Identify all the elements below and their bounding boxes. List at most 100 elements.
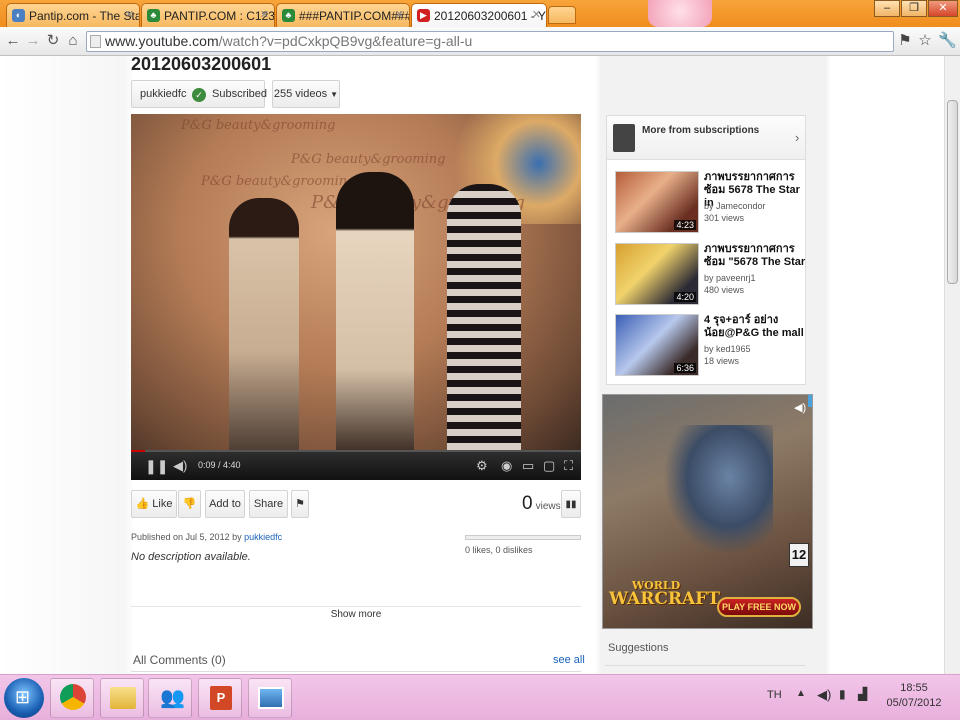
performer-left bbox=[229, 198, 299, 454]
back-arrow-icon[interactable]: ← bbox=[4, 31, 22, 51]
volume-icon[interactable]: ◀) bbox=[173, 458, 187, 474]
video-thumbnail[interactable]: 4:23 bbox=[615, 171, 699, 233]
taskbar-powerpoint[interactable]: P bbox=[198, 678, 242, 718]
video-views: 480 views bbox=[704, 285, 745, 295]
see-all-link[interactable]: see all bbox=[553, 654, 585, 666]
system-clock[interactable]: 18:55 05/07/2012 bbox=[878, 681, 950, 711]
flag-button[interactable]: ⚑ bbox=[291, 490, 309, 518]
show-more-button[interactable]: Show more bbox=[131, 609, 581, 620]
more-from-header[interactable]: More from subscriptions › bbox=[607, 116, 805, 160]
small-player-icon[interactable]: ▭ bbox=[522, 458, 534, 474]
adchoices-icon[interactable] bbox=[808, 395, 812, 407]
stats-button[interactable]: ▮▮ bbox=[561, 490, 581, 518]
video-author[interactable]: by Jamecondor bbox=[704, 201, 766, 211]
play-free-now-button[interactable]: PLAY FREE NOW bbox=[717, 597, 801, 617]
close-tab-icon[interactable]: ✕ bbox=[395, 8, 404, 21]
performer-middle bbox=[336, 172, 414, 454]
suggestions-label: Suggestions bbox=[608, 642, 669, 654]
forward-arrow-icon[interactable]: → bbox=[24, 31, 42, 51]
url-domain: www.youtube.com bbox=[105, 33, 219, 49]
home-icon[interactable]: ⌂ bbox=[64, 31, 82, 51]
ad-character-image bbox=[663, 425, 773, 555]
video-author[interactable]: by paveenrj1 bbox=[704, 273, 756, 283]
start-button[interactable]: ⊞ bbox=[4, 678, 44, 718]
duration-badge: 4:23 bbox=[674, 220, 696, 230]
taskbar-messenger[interactable]: 👥 bbox=[148, 678, 192, 718]
minimize-button[interactable]: ‒ bbox=[874, 0, 900, 17]
annotations-icon[interactable]: ◉ bbox=[501, 458, 512, 474]
battery-icon[interactable]: ▮ bbox=[839, 687, 846, 701]
more-from-label: More from subscriptions bbox=[642, 125, 760, 136]
video-thumbnail[interactable]: 6:36 bbox=[615, 314, 699, 376]
taskbar-explorer[interactable] bbox=[100, 678, 144, 718]
close-tab-icon[interactable]: ✕ bbox=[125, 8, 134, 21]
bookmark-star-icon[interactable]: ☆ bbox=[916, 31, 934, 51]
time-display: 0:09 / 4:40 bbox=[198, 460, 241, 470]
watermark-text: P&G beauty&grooming bbox=[201, 174, 356, 189]
restore-button[interactable]: ❐ bbox=[901, 0, 927, 17]
video-title[interactable]: 4 รุจ+อาร์ อย่าง น้อย@P&G the mall bbox=[704, 314, 808, 340]
dislike-button[interactable]: 👎 bbox=[178, 490, 201, 518]
watermark-text: P&G beauty&grooming bbox=[291, 152, 446, 167]
watermark-text: P&G beauty&grooming bbox=[181, 118, 336, 133]
thumbs-down-icon: 👎 bbox=[182, 498, 197, 510]
like-button[interactable]: 👍 Like bbox=[131, 490, 177, 518]
likes-bar bbox=[465, 535, 581, 540]
theme-character-icon bbox=[648, 0, 712, 27]
fullscreen-icon[interactable]: ⛶ bbox=[564, 458, 573, 474]
close-window-button[interactable]: ✕ bbox=[928, 0, 958, 17]
video-player[interactable]: P&G beauty&grooming P&G beauty&grooming … bbox=[131, 114, 581, 480]
divider bbox=[131, 671, 581, 672]
add-to-button[interactable]: Add to bbox=[205, 490, 245, 518]
ad-sound-icon[interactable]: ◀) bbox=[794, 401, 806, 414]
tab-pantip[interactable]: ◐ Pantip.com - The Star ✕ bbox=[6, 3, 140, 27]
tab-youtube[interactable]: ▶ 20120603200601 - Yc ✕ bbox=[411, 3, 547, 27]
tab-pantip-c1233[interactable]: ♣ PANTIP.COM : C1233 ✕ bbox=[141, 3, 275, 27]
page-action-flag-icon[interactable]: ⚑ bbox=[896, 31, 914, 51]
advertisement[interactable]: ◀) 12 WORLD WARCRAFT PLAY FREE NOW bbox=[602, 394, 813, 629]
publisher-link[interactable]: pukkiedfc bbox=[244, 532, 282, 542]
folder-icon bbox=[110, 687, 136, 709]
likes-dislikes-text: 0 likes, 0 dislikes bbox=[465, 545, 533, 555]
tab-pantip-hash[interactable]: ♣ ###PANTIP.COM### ✕ bbox=[276, 3, 410, 27]
list-item[interactable]: 4:23 ภาพบรรยากาศการ ซ้อม 5678 The Star in… bbox=[615, 171, 805, 237]
video-title[interactable]: ภาพบรรยากาศการ ซ้อม "5678 The Star bbox=[704, 243, 808, 269]
settings-gear-icon[interactable]: ⚙ bbox=[476, 458, 488, 474]
speaker-icon[interactable]: ◀) bbox=[817, 687, 831, 703]
cactus-favicon-icon: ♣ bbox=[147, 9, 160, 22]
channel-name[interactable]: pukkiedfc bbox=[140, 88, 186, 100]
share-button[interactable]: Share bbox=[249, 490, 288, 518]
show-hidden-icons-icon[interactable]: ▲ bbox=[796, 688, 806, 699]
scrollbar[interactable] bbox=[944, 56, 960, 674]
subscription-button[interactable]: pukkiedfc ✓ Subscribed bbox=[131, 80, 268, 108]
language-indicator[interactable]: TH bbox=[767, 689, 782, 701]
large-player-icon[interactable]: ▢ bbox=[543, 458, 555, 474]
flag-icon: ⚑ bbox=[295, 498, 305, 510]
pause-icon[interactable]: ❚❚ bbox=[145, 458, 168, 475]
close-tab-icon[interactable]: ✕ bbox=[532, 8, 541, 21]
taskbar-photo-viewer[interactable] bbox=[248, 678, 292, 718]
videos-count-button[interactable]: 255 videos ▼ bbox=[272, 80, 340, 108]
duration-badge: 6:36 bbox=[674, 363, 696, 373]
video-thumbnail[interactable]: 4:20 bbox=[615, 243, 699, 305]
chevron-right-icon[interactable]: › bbox=[795, 130, 799, 145]
subscribed-label: Subscribed bbox=[212, 88, 268, 100]
new-tab-button[interactable] bbox=[548, 6, 576, 24]
cactus-favicon-icon: ♣ bbox=[282, 9, 295, 22]
reload-icon[interactable]: ↻ bbox=[44, 31, 62, 51]
wrench-icon[interactable]: 🔧 bbox=[938, 31, 957, 51]
all-comments-header: All Comments (0) bbox=[133, 653, 226, 667]
dropdown-arrow-icon: ▼ bbox=[330, 90, 339, 99]
close-tab-icon[interactable]: ✕ bbox=[260, 8, 269, 21]
video-frame[interactable]: P&G beauty&grooming P&G beauty&grooming … bbox=[131, 114, 581, 454]
scrollbar-thumb[interactable] bbox=[947, 100, 958, 284]
list-item[interactable]: 4:20 ภาพบรรยากาศการ ซ้อม "5678 The Star b… bbox=[615, 243, 805, 309]
view-count: 0 views bbox=[522, 493, 561, 514]
photo-viewer-icon bbox=[258, 687, 284, 709]
address-bar[interactable]: www.youtube.com/watch?v=pdCxkpQB9vg&feat… bbox=[86, 31, 894, 52]
tab-title: 20120603200601 - Yc bbox=[434, 9, 547, 23]
list-item[interactable]: 6:36 4 รุจ+อาร์ อย่าง น้อย@P&G the mall b… bbox=[615, 314, 805, 380]
network-signal-icon[interactable]: ▟ bbox=[858, 687, 867, 701]
taskbar-chrome[interactable] bbox=[50, 678, 94, 718]
video-author[interactable]: by ked1965 bbox=[704, 344, 751, 354]
